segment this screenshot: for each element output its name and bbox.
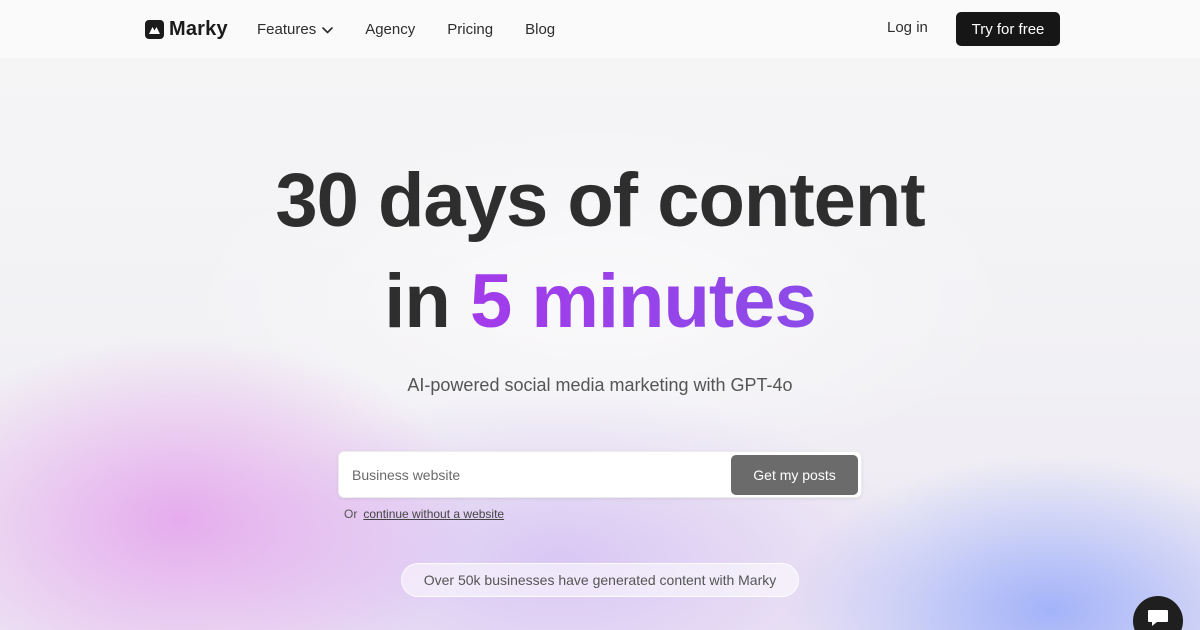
- marky-logo-icon: [145, 20, 164, 39]
- brand-logo[interactable]: Marky: [145, 18, 228, 41]
- nav-item-label: Agency: [365, 20, 416, 38]
- chevron-down-icon: [322, 21, 334, 38]
- business-website-input[interactable]: [339, 452, 729, 497]
- top-navbar: Marky Features Agency Pricing Blog Log i…: [0, 0, 1200, 58]
- headline-line-1: 30 days of content: [275, 158, 925, 243]
- nav-item-blog[interactable]: Blog: [525, 21, 555, 38]
- nav-item-pricing[interactable]: Pricing: [447, 21, 493, 38]
- brand-name: Marky: [169, 18, 228, 40]
- headline-prefix: in: [384, 259, 451, 344]
- alternate-option: Or continue without a website: [344, 507, 504, 521]
- chat-icon: [1146, 608, 1170, 630]
- nav-item-label: Blog: [525, 20, 556, 38]
- nav-item-features[interactable]: Features: [257, 20, 334, 38]
- continue-without-website-link[interactable]: continue without a website: [363, 507, 504, 521]
- headline-line-2: in 5 minutes: [0, 264, 1200, 340]
- get-my-posts-button[interactable]: Get my posts: [731, 455, 858, 495]
- primary-nav: Features Agency Pricing Blog: [257, 0, 555, 58]
- nav-item-label: Features: [257, 20, 317, 38]
- or-label: Or: [344, 507, 358, 521]
- try-for-free-button[interactable]: Try for free: [956, 12, 1060, 46]
- login-link[interactable]: Log in: [887, 19, 928, 36]
- nav-item-label: Pricing: [447, 20, 494, 38]
- hero-subtitle: AI-powered social media marketing with G…: [407, 375, 793, 395]
- website-form: Get my posts: [338, 451, 862, 498]
- social-proof-badge: Over 50k businesses have generated conte…: [401, 563, 799, 597]
- nav-item-agency[interactable]: Agency: [365, 21, 415, 38]
- headline-accent: 5 minutes: [469, 259, 817, 344]
